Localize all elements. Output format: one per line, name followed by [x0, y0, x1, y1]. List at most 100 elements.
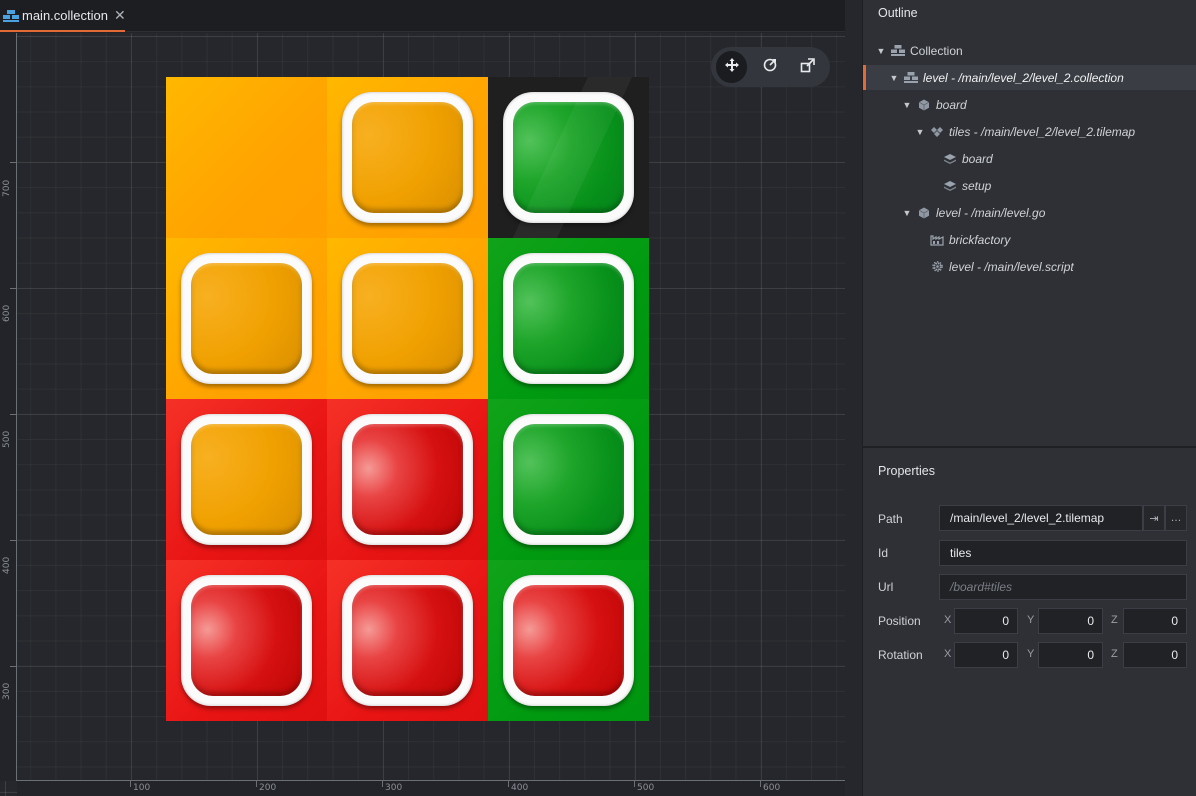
layer-icon [943, 153, 957, 165]
outline-title: Outline [878, 6, 918, 20]
board-tile [488, 560, 649, 721]
ruler-label: 500 [637, 783, 655, 793]
ruler-label: 300 [385, 783, 403, 793]
position-label: Position [878, 614, 921, 628]
brick-orange [181, 253, 312, 384]
outline-panel: Outline ▼ Collection ▼ level - /main/level_… [863, 0, 1196, 448]
brick-red [342, 575, 473, 706]
expand-arrow-icon[interactable]: ▼ [876, 46, 886, 56]
expand-arrow-icon[interactable]: ▼ [902, 208, 912, 218]
move-tool-button[interactable] [716, 51, 747, 83]
ruler-label: 400 [511, 783, 529, 793]
app-window: main.collection ✕ 700 600 500 400 300 10… [0, 0, 1196, 796]
expand-arrow-icon[interactable]: ▼ [889, 73, 899, 83]
outline-item-label: level - /main/level_2/level_2.collection [923, 70, 1124, 85]
rotation-x-field[interactable]: 0 [954, 642, 1018, 668]
tilemap-icon [930, 126, 944, 138]
brick-face [352, 102, 463, 213]
outline-item-label: board [936, 97, 967, 112]
outline-item[interactable]: ▼ level - /main/level_2/level_2.collectio… [863, 65, 1196, 90]
position-y-axis-label: Y [1027, 614, 1035, 626]
close-icon[interactable]: ✕ [114, 7, 126, 24]
id-field[interactable]: tiles [939, 540, 1187, 566]
url-field[interactable]: /board#tiles [939, 574, 1187, 600]
brick-face [191, 424, 302, 535]
collection-icon [904, 72, 918, 84]
outline-item[interactable]: ▼ Collection [863, 38, 1196, 63]
ruler-tick [382, 781, 383, 787]
outline-item-label: board [962, 151, 993, 166]
board-tile [327, 238, 488, 399]
url-label: Url [878, 580, 894, 594]
scale-tool-button[interactable] [792, 51, 823, 83]
brick-face [191, 585, 302, 696]
rotation-x-axis-label: X [944, 648, 952, 660]
ruler-label: 500 [2, 430, 12, 448]
ruler-tick [10, 288, 17, 289]
game-object-icon [917, 99, 931, 111]
brick-face [513, 585, 624, 696]
board-tile [166, 560, 327, 721]
brick-red [503, 575, 634, 706]
path-label: Path [878, 512, 903, 526]
collection-icon [891, 45, 905, 57]
outline-item[interactable]: ▼ level - /main/level.go [863, 200, 1196, 225]
outline-item[interactable]: setup [863, 173, 1196, 198]
tab-label: main.collection [22, 7, 108, 23]
rotation-z-field[interactable]: 0 [1123, 642, 1187, 668]
brick-face [513, 102, 624, 213]
script-gear-icon [930, 261, 944, 273]
board-tile [488, 238, 649, 399]
ruler-label: 200 [259, 783, 277, 793]
rotation-y-axis-label: Y [1027, 648, 1035, 660]
ruler-label: 100 [133, 783, 151, 793]
board-tile [488, 77, 649, 238]
outline-item[interactable]: brickfactory [863, 227, 1196, 252]
panel-splitter[interactable] [845, 0, 862, 796]
brick-face [352, 585, 463, 696]
expand-arrow-icon[interactable]: ▼ [915, 127, 925, 137]
ruler-tick [634, 781, 635, 787]
board-tile [166, 238, 327, 399]
path-field[interactable]: /main/level_2/level_2.tilemap [939, 505, 1143, 531]
outline-item-label: Collection [910, 43, 963, 58]
brick-red [342, 414, 473, 545]
ruler-label: 700 [2, 179, 12, 197]
outline-item[interactable]: board [863, 146, 1196, 171]
goto-path-icon[interactable]: ⇥ [1143, 505, 1165, 531]
game-object-icon [917, 207, 931, 219]
ruler-tick [256, 781, 257, 787]
collection-icon [3, 9, 19, 22]
move-tool-icon [724, 57, 740, 78]
brick-face [513, 263, 624, 374]
outline-item[interactable]: ▼ board [863, 92, 1196, 117]
board-tile [166, 77, 327, 238]
outline-item-label: tiles - /main/level_2/level_2.tilemap [949, 124, 1136, 139]
ruler-tick [10, 414, 17, 415]
tab-main-collection[interactable]: main.collection ✕ [0, 0, 126, 32]
rotation-z-axis-label: Z [1111, 648, 1118, 660]
brick-face [191, 263, 302, 374]
ruler-tick [10, 540, 17, 541]
outline-item[interactable]: level - /main/level.script [863, 254, 1196, 279]
outline-item-label: brickfactory [949, 232, 1011, 247]
brick-face [352, 424, 463, 535]
rotate-tool-button[interactable] [754, 51, 785, 83]
ruler-label: 300 [2, 682, 12, 700]
position-x-field[interactable]: 0 [954, 608, 1018, 634]
tab-bar: main.collection ✕ [0, 0, 845, 32]
position-z-field[interactable]: 0 [1123, 608, 1187, 634]
ruler-tick [508, 781, 509, 787]
position-y-field[interactable]: 0 [1038, 608, 1103, 634]
outline-item[interactable]: ▼ tiles - /main/level_2/level_2.tilemap [863, 119, 1196, 144]
rotation-label: Rotation [878, 648, 923, 662]
brick-orange [342, 92, 473, 223]
rotation-y-field[interactable]: 0 [1038, 642, 1103, 668]
ruler-tick [130, 781, 131, 787]
tilemap-board[interactable] [166, 77, 649, 721]
vertical-ruler: 700 600 500 400 300 [0, 33, 17, 781]
ruler-label: 400 [2, 556, 12, 574]
expand-arrow-icon[interactable]: ▼ [902, 100, 912, 110]
ruler-tick [10, 162, 17, 163]
browse-path-button[interactable]: … [1165, 505, 1187, 531]
